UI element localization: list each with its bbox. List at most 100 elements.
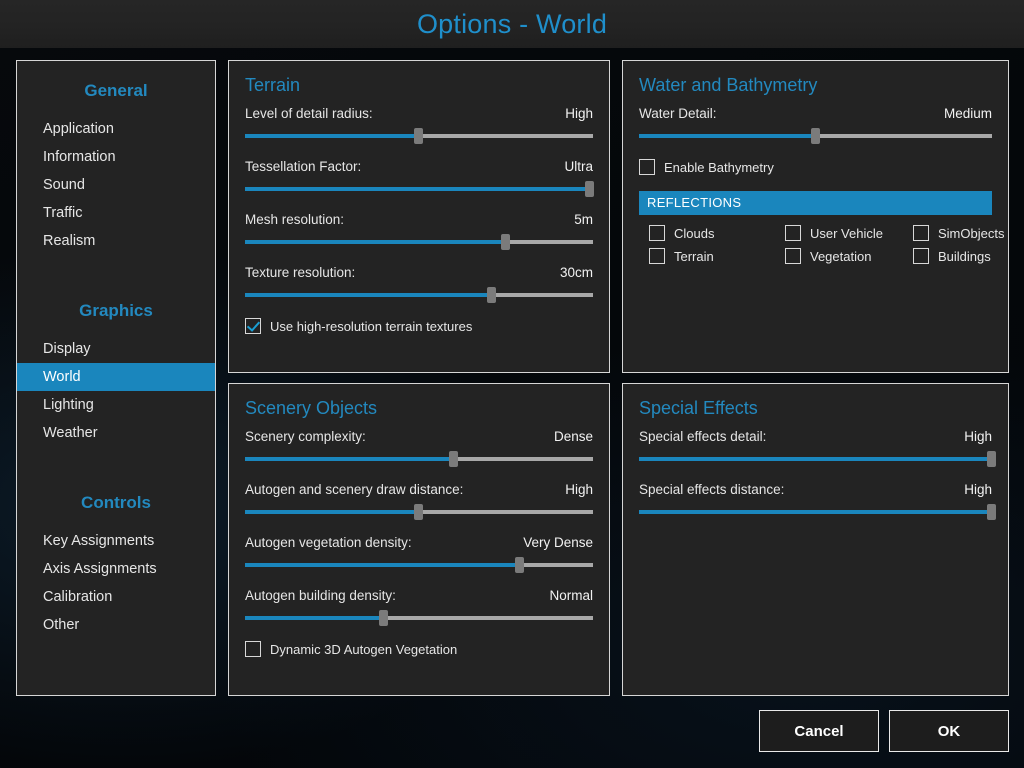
slider-autogen-vegetation-density[interactable] <box>245 557 593 573</box>
sidebar-item-calibration[interactable]: Calibration <box>17 583 215 611</box>
sidebar-item-other[interactable]: Other <box>17 611 215 639</box>
slider-thumb[interactable] <box>414 504 423 520</box>
checkbox-box-icon[interactable] <box>639 159 655 175</box>
slider-level-of-detail-radius[interactable] <box>245 128 593 144</box>
slider-fill <box>245 510 419 514</box>
checkbox-box-icon[interactable] <box>649 225 665 241</box>
sidebar-item-traffic[interactable]: Traffic <box>17 199 215 227</box>
slider-label-row: Texture resolution: 30cm <box>245 265 593 280</box>
slider-label: Special effects detail: <box>639 429 766 444</box>
sidebar-item-display[interactable]: Display <box>17 335 215 363</box>
checkmark-icon[interactable] <box>245 318 261 334</box>
slider-water-detail[interactable] <box>639 128 992 144</box>
slider-fill <box>245 134 419 138</box>
checkbox-box-icon[interactable] <box>649 248 665 264</box>
slider-label: Texture resolution: <box>245 265 355 280</box>
slider-thumb[interactable] <box>501 234 510 250</box>
slider-fill <box>245 457 454 461</box>
sidebar-group-spacer <box>17 255 215 281</box>
sidebar-item-axis-assignments[interactable]: Axis Assignments <box>17 555 215 583</box>
slider-value: High <box>964 482 992 497</box>
checkbox-use-high-resolution-terrain-textures[interactable]: Use high-resolution terrain textures <box>245 318 593 334</box>
slider-thumb[interactable] <box>811 128 820 144</box>
slider-fill <box>639 134 816 138</box>
panel-scenery-objects: Scenery Objects Scenery complexity:Dense… <box>228 383 610 696</box>
slider-control-water-detail: Water Detail: Medium <box>639 106 992 144</box>
slider-label: Tessellation Factor: <box>245 159 361 174</box>
slider-thumb[interactable] <box>515 557 524 573</box>
panel-terrain: Terrain Level of detail radius: High Tesse… <box>228 60 610 373</box>
checkbox-box-icon[interactable] <box>245 641 261 657</box>
sidebar-group-spacer <box>17 447 215 473</box>
terrain-checkbox-slot: Use high-resolution terrain textures <box>245 318 593 334</box>
slider-label-row: Autogen vegetation density:Very Dense <box>245 535 593 550</box>
sidebar-item-application[interactable]: Application <box>17 115 215 143</box>
slider-label: Mesh resolution: <box>245 212 344 227</box>
terrain-slider-list: Level of detail radius: High Tessellation … <box>245 106 593 303</box>
slider-value: High <box>565 106 593 121</box>
checkbox-simobjects[interactable]: SimObjects <box>913 225 1004 241</box>
checkbox-box-icon[interactable] <box>785 225 801 241</box>
sidebar-item-lighting[interactable]: Lighting <box>17 391 215 419</box>
slider-value: Normal <box>549 588 593 603</box>
panel-terrain-title: Terrain <box>245 75 593 96</box>
slider-scenery-complexity[interactable] <box>245 451 593 467</box>
footer-bar: Cancel OK <box>0 696 1024 768</box>
slider-control-level-of-detail-radius: Level of detail radius: High <box>245 106 593 144</box>
checkbox-user-vehicle[interactable]: User Vehicle <box>785 225 913 241</box>
ok-button[interactable]: OK <box>889 710 1009 752</box>
sidebar-item-world[interactable]: World <box>17 363 215 391</box>
slider-label: Autogen vegetation density: <box>245 535 412 550</box>
checkbox-vegetation[interactable]: Vegetation <box>785 248 913 264</box>
slider-thumb[interactable] <box>585 181 594 197</box>
slider-thumb[interactable] <box>449 451 458 467</box>
scenery-checkbox-slot: Dynamic 3D Autogen Vegetation <box>245 641 593 657</box>
slider-fill <box>639 457 992 461</box>
slider-thumb[interactable] <box>987 451 996 467</box>
slider-fill <box>245 187 590 191</box>
checkbox-box-icon[interactable] <box>913 248 929 264</box>
slider-fill <box>245 616 384 620</box>
checkbox-dynamic-3d-autogen-vegetation[interactable]: Dynamic 3D Autogen Vegetation <box>245 641 593 657</box>
slider-control-autogen-building-density: Autogen building density:Normal <box>245 588 593 626</box>
checkbox-buildings[interactable]: Buildings <box>913 248 1004 264</box>
slider-special-effects-detail[interactable] <box>639 451 992 467</box>
slider-mesh-resolution[interactable] <box>245 234 593 250</box>
slider-autogen-and-scenery-draw-distance[interactable] <box>245 504 593 520</box>
checkbox-terrain[interactable]: Terrain <box>649 248 785 264</box>
checkbox-box-icon[interactable] <box>785 248 801 264</box>
slider-label: Scenery complexity: <box>245 429 366 444</box>
slider-thumb[interactable] <box>487 287 496 303</box>
checkbox-box-icon[interactable] <box>913 225 929 241</box>
slider-thumb[interactable] <box>379 610 388 626</box>
checkbox-clouds[interactable]: Clouds <box>649 225 785 241</box>
slider-control-mesh-resolution: Mesh resolution:5m <box>245 212 593 250</box>
slider-label: Autogen and scenery draw distance: <box>245 482 463 497</box>
slider-value: Dense <box>554 429 593 444</box>
slider-label-row: Autogen and scenery draw distance:High <box>245 482 593 497</box>
water-checkbox-slot: Enable Bathymetry <box>639 159 992 175</box>
sidebar-group-title-graphics: Graphics <box>17 301 215 321</box>
slider-tessellation-factor[interactable] <box>245 181 593 197</box>
sidebar-item-sound[interactable]: Sound <box>17 171 215 199</box>
slider-special-effects-distance[interactable] <box>639 504 992 520</box>
slider-thumb[interactable] <box>987 504 996 520</box>
slider-label: Water Detail: <box>639 106 717 121</box>
sidebar-item-realism[interactable]: Realism <box>17 227 215 255</box>
sidebar-item-weather[interactable]: Weather <box>17 419 215 447</box>
sidebar-item-information[interactable]: Information <box>17 143 215 171</box>
reflections-header: REFLECTIONS <box>639 191 992 215</box>
slider-value: 30cm <box>560 265 593 280</box>
checkbox-enable-bathymetry[interactable]: Enable Bathymetry <box>639 159 992 175</box>
cancel-button[interactable]: Cancel <box>759 710 879 752</box>
slider-control-autogen-and-scenery-draw-distance: Autogen and scenery draw distance:High <box>245 482 593 520</box>
slider-control-special-effects-detail: Special effects detail:High <box>639 429 992 467</box>
slider-value: Medium <box>944 106 992 121</box>
slider-label: Level of detail radius: <box>245 106 373 121</box>
effects-slider-list: Special effects detail:HighSpecial effec… <box>639 429 992 520</box>
slider-autogen-building-density[interactable] <box>245 610 593 626</box>
sidebar-item-key-assignments[interactable]: Key Assignments <box>17 527 215 555</box>
slider-thumb[interactable] <box>414 128 423 144</box>
slider-label-row: Tessellation Factor:Ultra <box>245 159 593 174</box>
slider-texture-resolution[interactable] <box>245 287 593 303</box>
